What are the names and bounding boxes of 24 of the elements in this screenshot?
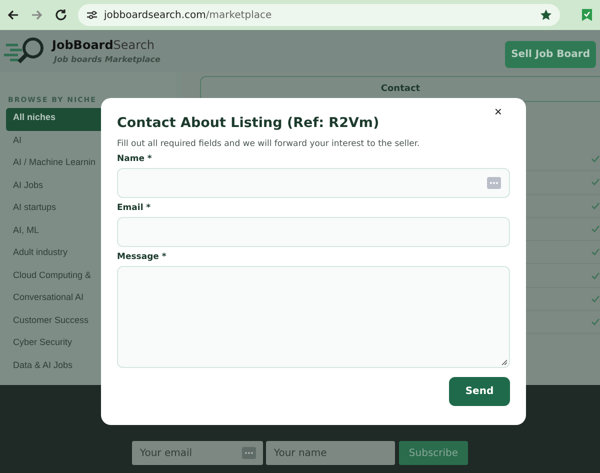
tagline: Job boards Marketplace — [54, 55, 162, 64]
subscribe-button[interactable]: Subscribe — [398, 441, 468, 465]
close-button[interactable]: × — [494, 104, 502, 119]
email-field[interactable]: Your email — [132, 441, 263, 465]
field-label: Email * — [117, 203, 152, 213]
brand-name[interactable]: JobBoardSearch — [52, 38, 506, 52]
input-field[interactable] — [117, 217, 510, 247]
extension-icon[interactable] — [580, 8, 594, 22]
reload-icon[interactable] — [54, 8, 68, 22]
send-button[interactable]: Send — [449, 377, 510, 406]
message-field[interactable] — [117, 266, 510, 368]
autofill-icon[interactable] — [242, 447, 256, 459]
resize-grip-icon[interactable] — [501, 359, 507, 365]
field-label: Name * — [117, 154, 153, 164]
sell-job-board-button[interactable]: Sell Job Board — [505, 40, 596, 68]
dialog-description: Fill out all required fields and we will forward your interest to the seller. — [117, 139, 421, 149]
name-field[interactable]: Your name — [266, 441, 395, 465]
forward-icon[interactable] — [30, 8, 44, 22]
bookmark-star-icon[interactable] — [540, 9, 552, 21]
address-bar[interactable]: jobboardsearch.com/marketplace — [78, 4, 560, 26]
input-field[interactable] — [117, 168, 510, 198]
back-icon[interactable] — [6, 8, 20, 22]
field-label: Message * — [117, 252, 168, 262]
site-settings-icon[interactable] — [86, 9, 98, 21]
